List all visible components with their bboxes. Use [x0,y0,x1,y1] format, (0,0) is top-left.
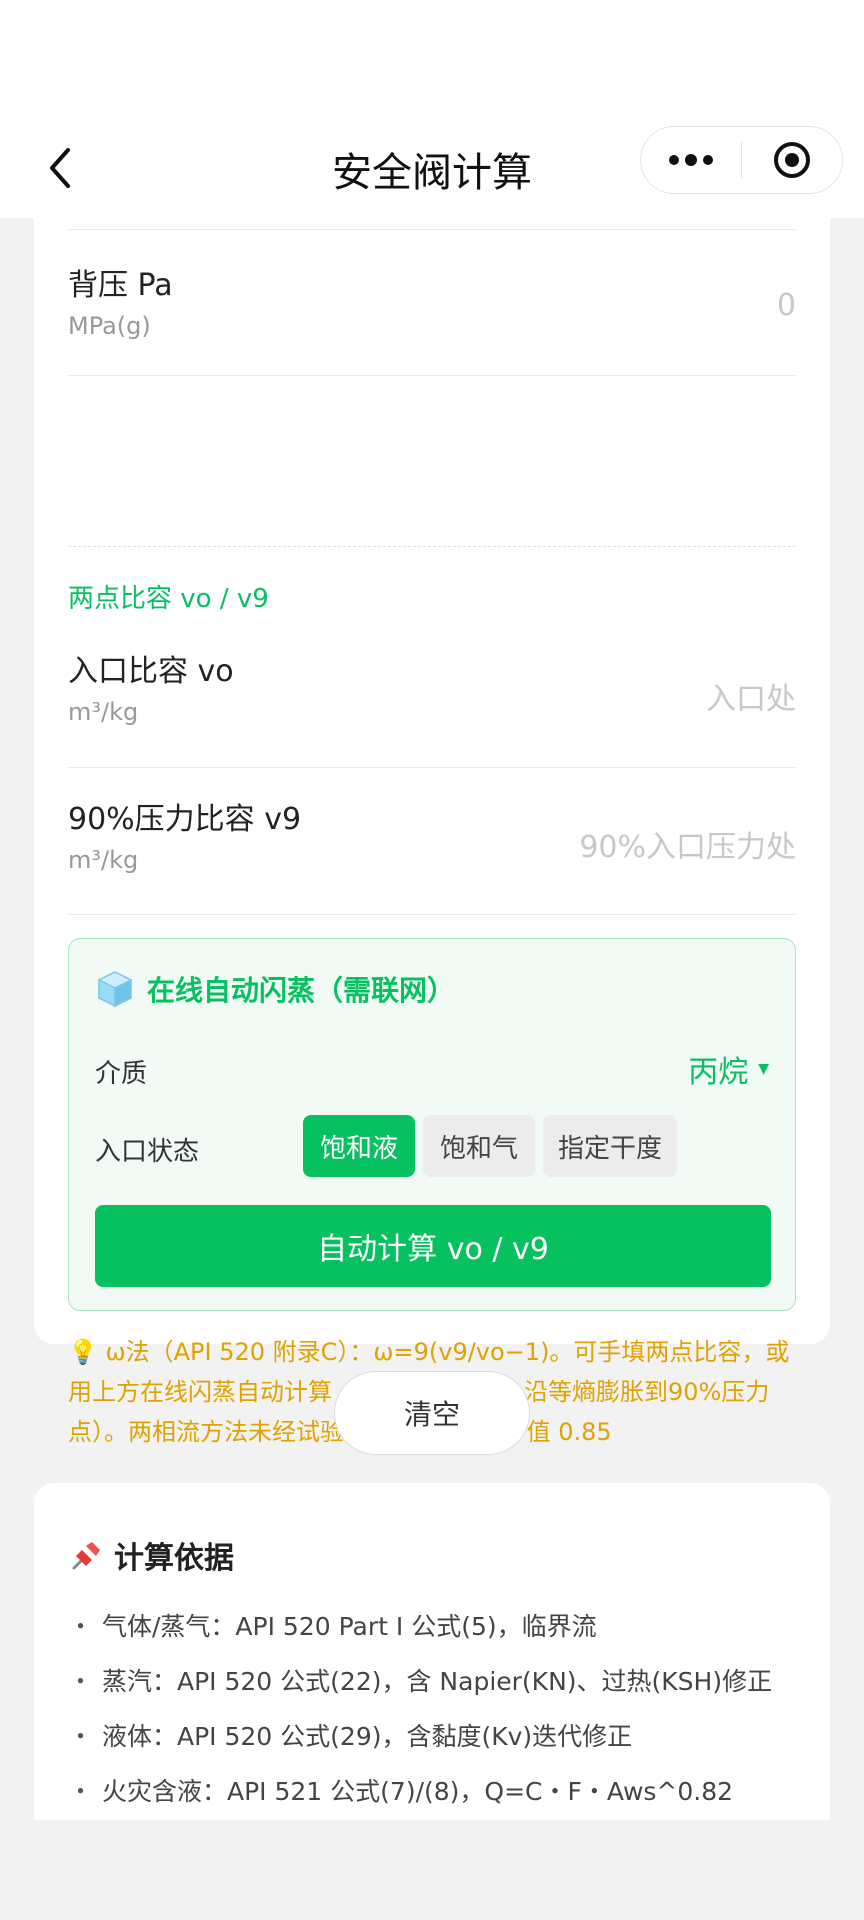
caret-down-icon: ▼ [758,1061,769,1077]
medium-value: 丙烷 [688,1055,749,1090]
more-dots-icon [668,154,713,166]
basis-item-text: 液体：API 520 公式(29)，含黏度(Kv)迭代修正 [102,1722,633,1751]
section-label: 两点比容 vo / v9 [68,584,269,614]
volume-90-row[interactable]: 90%压力比容 v9 m³/kg 90%入口压力处 [68,768,796,915]
basis-item-text: 气体/蒸气：API 520 Part I 公式(5)，临界流 [102,1612,597,1641]
nav-bar: 安全阀计算 [0,120,864,218]
basis-card: 计算依据 ・ 气体/蒸气：API 520 Part I 公式(5)，临界流 ・ … [34,1483,830,1820]
auto-calc-button[interactable]: 自动计算 vo / v9 [95,1205,771,1287]
input-card: 背压 Pa MPa(g) 0 两点比容 vo / v9 入口比容 vo m³/k… [34,218,830,1446]
inlet-volume-unit: m³/kg [68,698,139,726]
list-item: ・ 气体/蒸气：API 520 Part I 公式(5)，临界流 [68,1607,597,1643]
ice-cube-icon [97,971,133,1008]
state-saturated-liquid[interactable]: 饱和液 [303,1115,415,1177]
inlet-state-label: 入口状态 [95,1137,200,1167]
basis-title-text: 计算依据 [114,1541,234,1576]
list-item: ・ 液体：API 520 公式(29)，含黏度(Kv)迭代修正 [68,1717,632,1753]
volume-90-label: 90%压力比容 v9 [68,802,302,837]
scroll-content[interactable]: 背压 Pa MPa(g) 0 两点比容 vo / v9 入口比容 vo m³/k… [0,218,864,1820]
volume-90-input[interactable]: 90%入口压力处 [579,822,796,866]
inlet-volume-row[interactable]: 入口比容 vo m³/kg 入口处 [68,618,796,768]
section-divider [68,546,796,547]
online-flash-panel: 在线自动闪蒸（需联网） 介质 丙烷 ▼ 入口状态 饱和液 饱和气 指定干度 自动… [68,938,796,1311]
medium-select[interactable]: 丙烷 ▼ [688,1047,769,1091]
bullet-icon: ・ [68,1722,94,1751]
back-pressure-input[interactable]: 0 [777,288,796,323]
clear-button[interactable]: 清空 [334,1371,530,1455]
bullet-icon: ・ [68,1777,94,1806]
bullet-icon: ・ [68,1667,94,1696]
pushpin-icon [72,1542,100,1570]
close-program-button[interactable] [742,127,842,193]
medium-label: 介质 [95,1059,148,1089]
target-circle-icon [774,142,811,178]
back-pressure-label: 背压 Pa [68,268,173,303]
volume-90-unit: m³/kg [68,846,139,874]
state-specified-quality[interactable]: 指定干度 [543,1115,677,1177]
back-pressure-row[interactable]: 背压 Pa MPa(g) 0 [68,230,796,376]
status-bar [0,0,864,120]
inlet-volume-input[interactable]: 入口处 [706,674,796,718]
inlet-volume-label: 入口比容 vo [68,654,234,689]
more-button[interactable] [641,127,741,193]
basis-item-text: 火灾含液：API 521 公式(7)/(8)，Q=C・F・Aws^0.82 [102,1777,734,1806]
basis-title: 计算依据 [68,1533,234,1577]
mini-program-capsule [640,126,843,194]
basis-item-text: 蒸汽：API 520 公式(22)，含 Napier(KN)、过热(KSH)修正 [102,1667,773,1696]
list-item: ・ 蒸汽：API 520 公式(22)，含 Napier(KN)、过热(KSH)… [68,1662,772,1698]
flash-title-text: 在线自动闪蒸（需联网） [147,974,456,1007]
list-item: ・ 火灾含液：API 521 公式(7)/(8)，Q=C・F・Aws^0.82 [68,1772,733,1808]
previous-row-divider [68,218,796,230]
back-pressure-unit: MPa(g) [68,312,151,340]
bullet-icon: ・ [68,1612,94,1641]
state-saturated-vapor[interactable]: 饱和气 [423,1115,535,1177]
flash-title: 在线自动闪蒸（需联网） [95,969,455,1009]
